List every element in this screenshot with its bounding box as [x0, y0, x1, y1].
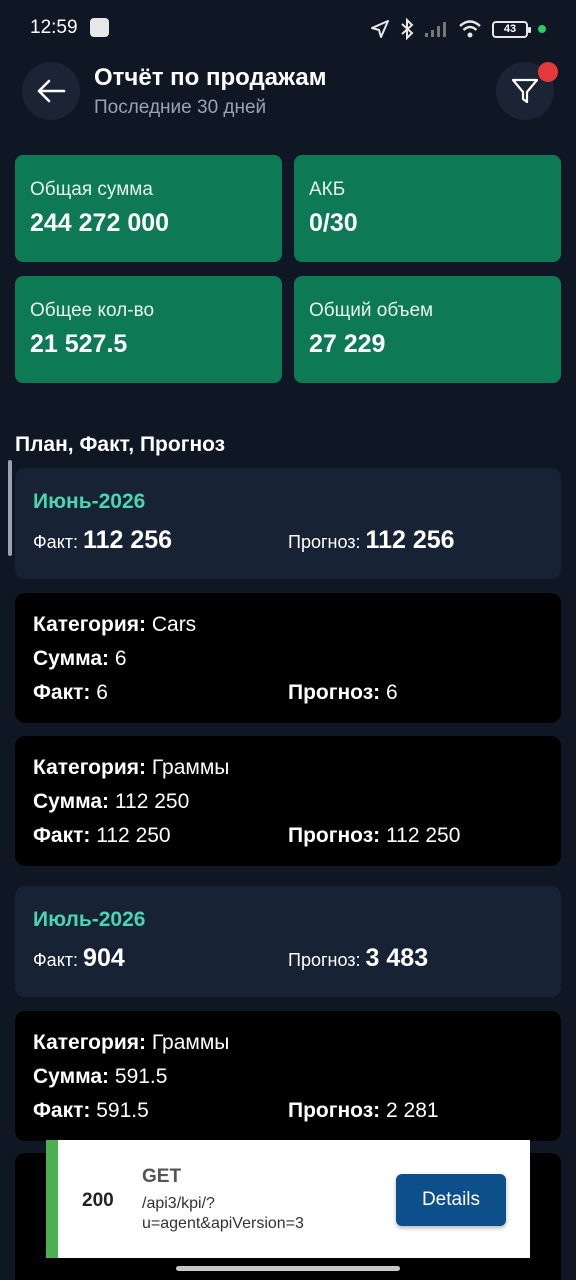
- network-toast: 200 GET /api3/kpi/?u=agent&apiVersion=3 …: [46, 1140, 530, 1258]
- status-code: 200: [82, 1190, 114, 1211]
- category-value: Cars: [151, 613, 197, 636]
- forecast-label: Прогноз:: [288, 950, 361, 970]
- sum-value: 112 250: [114, 790, 190, 813]
- stat-value: 27 229: [309, 330, 386, 358]
- arrow-left-icon: [37, 79, 66, 103]
- fact-label: Факт:: [33, 950, 79, 970]
- filter-active-badge: [538, 62, 558, 82]
- stat-card-akb: АКБ 0/30: [294, 155, 561, 262]
- sum-value: 591.5: [114, 1065, 168, 1088]
- forecast-value: 6: [386, 681, 398, 704]
- forecast-value: 3 483: [365, 944, 429, 972]
- sum-label: Сумма:: [33, 647, 110, 670]
- forecast-value: 2 281: [386, 1099, 439, 1122]
- filter-icon: [511, 78, 539, 104]
- page-title: Отчёт по продажам: [94, 64, 327, 91]
- fact-label: Факт:: [33, 532, 79, 552]
- stat-value: 21 527.5: [30, 330, 128, 358]
- sum-value: 6: [114, 647, 127, 670]
- request-method: GET: [142, 1166, 182, 1187]
- category-value: Граммы: [151, 756, 230, 779]
- forecast-label: Прогноз:: [288, 1099, 381, 1122]
- wifi-icon: [459, 20, 481, 38]
- fact-label: Факт:: [33, 681, 91, 704]
- category-label: Категория:: [33, 1031, 146, 1054]
- forecast-value: 112 256: [365, 526, 455, 554]
- month-card[interactable]: Июль-2026 Факт: 904 Прогноз: 3 483: [15, 886, 561, 997]
- stat-label: Общее кол-во: [30, 300, 155, 321]
- stat-label: Общая сумма: [30, 179, 153, 200]
- stat-card-total-volume: Общий объем 27 229: [294, 276, 561, 383]
- location-icon: [371, 20, 389, 38]
- fact-label: Факт:: [33, 1099, 91, 1122]
- stat-card-total-qty: Общее кол-во 21 527.5: [15, 276, 282, 383]
- privacy-dot-icon: [538, 25, 546, 33]
- status-icons: 43: [370, 16, 546, 42]
- stat-value: 0/30: [309, 209, 358, 237]
- fact-label: Факт:: [33, 824, 91, 847]
- status-bar: 12:59 43: [0, 0, 576, 58]
- stat-card-total-sum: Общая сумма 244 272 000: [15, 155, 282, 262]
- month-name: Июнь-2026: [33, 490, 146, 513]
- forecast-label: Прогноз:: [288, 681, 381, 704]
- home-indicator[interactable]: [176, 1266, 400, 1271]
- notification-icon: [90, 18, 109, 37]
- stat-label: Общий объем: [309, 300, 434, 321]
- battery-icon: 43: [492, 20, 531, 38]
- signal-icon: [425, 22, 446, 37]
- month-card[interactable]: Июнь-2026 Факт: 112 256 Прогноз: 112 256: [15, 468, 561, 579]
- fact-value: 6: [96, 681, 108, 704]
- category-card[interactable]: Категория: Cars Сумма: 6 Факт: 6 Прогноз…: [15, 593, 561, 723]
- forecast-label: Прогноз:: [288, 532, 361, 552]
- sum-label: Сумма:: [33, 1065, 110, 1088]
- section-title: План, Факт, Прогноз: [15, 433, 226, 456]
- category-label: Категория:: [33, 613, 146, 636]
- request-url: /api3/kpi/?u=agent&apiVersion=3: [142, 1195, 304, 1232]
- forecast-label: Прогноз:: [288, 824, 381, 847]
- category-value: Граммы: [151, 1031, 230, 1054]
- back-button[interactable]: [22, 62, 80, 120]
- bluetooth-icon: [401, 18, 414, 40]
- details-button[interactable]: Details: [396, 1174, 506, 1226]
- month-name: Июль-2026: [33, 908, 146, 931]
- fact-value: 904: [83, 944, 125, 972]
- scrollbar[interactable]: [8, 460, 12, 556]
- category-card[interactable]: Категория: Граммы Сумма: 591.5 Факт: 591…: [15, 1011, 561, 1141]
- status-time: 12:59: [30, 17, 78, 38]
- stat-value: 244 272 000: [30, 209, 170, 237]
- sum-label: Сумма:: [33, 790, 110, 813]
- fact-value: 112 256: [83, 526, 173, 554]
- category-card[interactable]: Категория: Граммы Сумма: 112 250 Факт: 1…: [15, 736, 561, 866]
- stat-label: АКБ: [309, 179, 346, 200]
- category-label: Категория:: [33, 756, 146, 779]
- fact-value: 591.5: [96, 1099, 149, 1122]
- fact-value: 112 250: [96, 824, 171, 847]
- page-subtitle: Последние 30 дней: [94, 97, 267, 118]
- forecast-value: 112 250: [386, 824, 461, 847]
